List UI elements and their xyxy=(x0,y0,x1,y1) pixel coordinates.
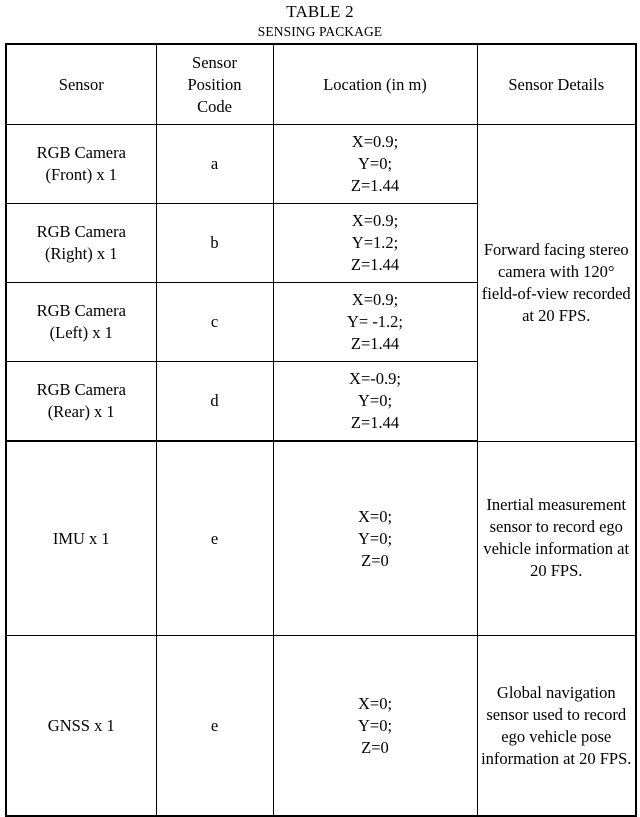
cell-location: X=0; Y=0; Z=0 xyxy=(272,440,478,636)
cell-location: X=0.9; Y= -1.2; Z=1.44 xyxy=(272,282,478,362)
cell-position-code: a xyxy=(155,124,274,204)
header-row: Sensor Sensor Position Code Location (in… xyxy=(5,43,637,125)
table-title: SENSING PACKAGE xyxy=(257,24,383,39)
table-page: TABLE 2 SENSING PACKAGE Sensor Sensor Po… xyxy=(0,0,640,817)
cell-location: X=0; Y=0; Z=0 xyxy=(272,635,478,817)
cell-location: X=0.9; Y=0; Z=1.44 xyxy=(272,124,478,204)
table-caption-block: TABLE 2 SENSING PACKAGE xyxy=(0,0,640,40)
cell-position-code: e xyxy=(155,635,274,817)
sensing-package-table: Sensor Sensor Position Code Location (in… xyxy=(5,43,637,817)
cell-sensor-details: Global navigation sensor used to record … xyxy=(476,635,637,817)
cell-sensor-name: RGB Camera (Front) x 1 xyxy=(5,124,157,204)
cell-sensor-name: RGB Camera (Right) x 1 xyxy=(5,203,157,283)
cell-sensor-name: RGB Camera (Rear) x 1 xyxy=(5,361,157,442)
cell-position-code: b xyxy=(155,203,274,283)
cell-sensor-name: RGB Camera (Left) x 1 xyxy=(5,282,157,362)
column-header-sensor-details: Sensor Details xyxy=(476,43,637,125)
cell-location: X=0.9; Y=1.2; Z=1.44 xyxy=(272,203,478,283)
table-header: Sensor Sensor Position Code Location (in… xyxy=(5,43,637,125)
cell-sensor-details: Inertial measurement sensor to record eg… xyxy=(476,440,637,636)
column-header-sensor: Sensor xyxy=(5,43,157,125)
cell-sensor-name: GNSS x 1 xyxy=(5,635,157,817)
cell-camera-details: Forward facing stereo camera with 120° f… xyxy=(476,124,637,442)
table-row: GNSS x 1 e X=0; Y=0; Z=0 Global navigati… xyxy=(5,635,637,817)
cell-sensor-name: IMU x 1 xyxy=(5,440,157,636)
table-body: RGB Camera (Front) x 1 a X=0.9; Y=0; Z=1… xyxy=(5,124,637,817)
table-number: TABLE 2 xyxy=(286,2,354,21)
table-row: RGB Camera (Front) x 1 a X=0.9; Y=0; Z=1… xyxy=(5,124,637,442)
cell-position-code: d xyxy=(155,361,274,442)
cell-location: X=-0.9; Y=0; Z=1.44 xyxy=(272,361,478,442)
column-header-location: Location (in m) xyxy=(272,43,478,125)
column-header-position-code: Sensor Position Code xyxy=(155,43,274,125)
cell-position-code: e xyxy=(155,440,274,636)
table-row: IMU x 1 e X=0; Y=0; Z=0 Inertial measure… xyxy=(5,440,637,636)
cell-position-code: c xyxy=(155,282,274,362)
sensing-package-table-wrapper: Sensor Sensor Position Code Location (in… xyxy=(5,43,637,817)
